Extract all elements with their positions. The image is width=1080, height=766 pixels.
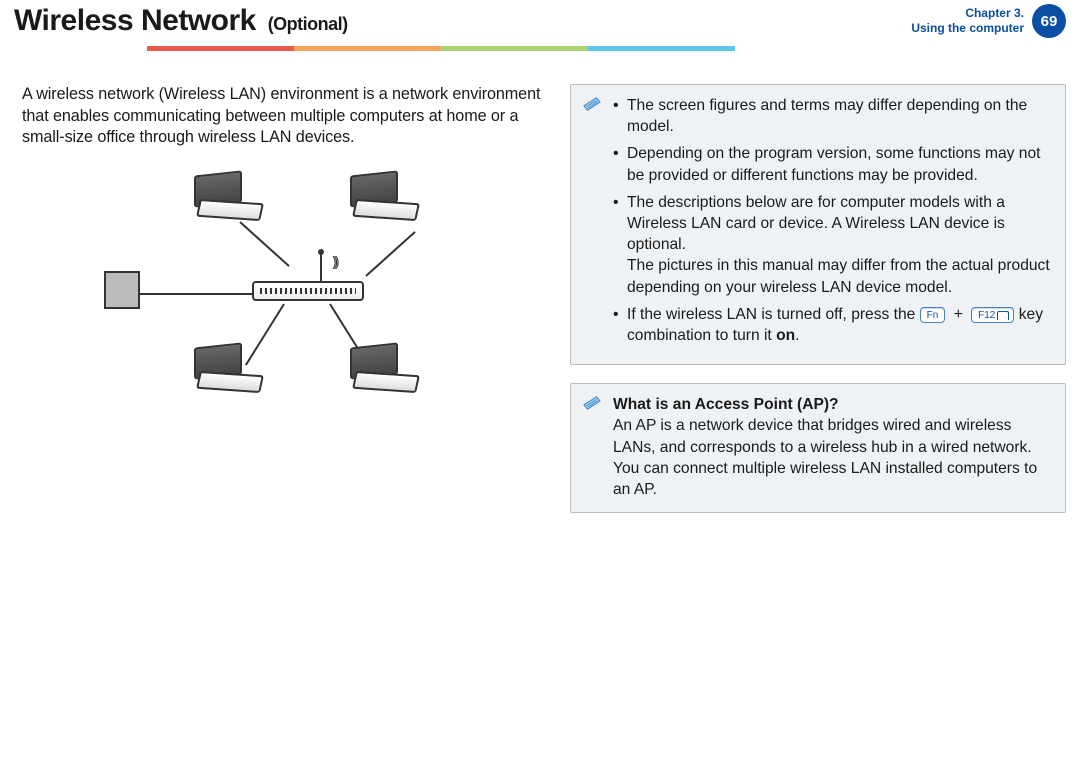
laptop-icon	[188, 173, 266, 225]
laptop-icon	[188, 345, 266, 397]
chapter-text: Chapter 3. Using the computer	[911, 6, 1024, 36]
page-header: Wireless Network (Optional) Chapter 3. U…	[0, 0, 1080, 46]
note-icon	[581, 95, 603, 113]
ap-body: An AP is a network device that bridges w…	[613, 415, 1053, 500]
note-item: Depending on the program version, some f…	[613, 143, 1053, 185]
f12-key-icon: F12	[971, 307, 1014, 323]
note-item: If the wireless LAN is turned off, press…	[613, 304, 1053, 346]
plus-text: +	[954, 306, 963, 323]
router-icon: )))	[252, 267, 364, 303]
note-box: The screen figures and terms may differ …	[570, 84, 1066, 365]
laptop-icon	[344, 173, 422, 225]
ap-title: What is an Access Point (AP)?	[613, 394, 1053, 415]
ethernet-line-icon	[140, 285, 252, 295]
wall-jack-icon	[104, 271, 140, 309]
network-diagram: )))	[112, 167, 492, 411]
chapter-line2: Using the computer	[911, 21, 1024, 36]
note-item: The screen figures and terms may differ …	[613, 95, 1053, 137]
note-list: The screen figures and terms may differ …	[613, 95, 1053, 346]
page-title: Wireless Network (Optional)	[14, 4, 348, 38]
chapter-block: Chapter 3. Using the computer 69	[911, 4, 1066, 38]
fn-key-icon: Fn	[920, 307, 946, 323]
title-main: Wireless Network	[14, 4, 256, 37]
chapter-line1: Chapter 3.	[911, 6, 1024, 21]
color-divider	[0, 46, 1080, 62]
right-column: The screen figures and terms may differ …	[570, 84, 1066, 513]
connection-line-icon	[365, 231, 415, 277]
note-item: The descriptions below are for computer …	[613, 192, 1053, 298]
connection-line-icon	[239, 221, 289, 267]
access-point-box: What is an Access Point (AP)? An AP is a…	[570, 383, 1066, 513]
left-column: A wireless network (Wireless LAN) enviro…	[22, 84, 542, 513]
content-area: A wireless network (Wireless LAN) enviro…	[0, 62, 1080, 513]
laptop-icon	[344, 345, 422, 397]
page-number-badge: 69	[1032, 4, 1066, 38]
title-sub: (Optional)	[268, 14, 348, 34]
intro-paragraph: A wireless network (Wireless LAN) enviro…	[22, 84, 542, 149]
note-icon	[581, 394, 603, 412]
